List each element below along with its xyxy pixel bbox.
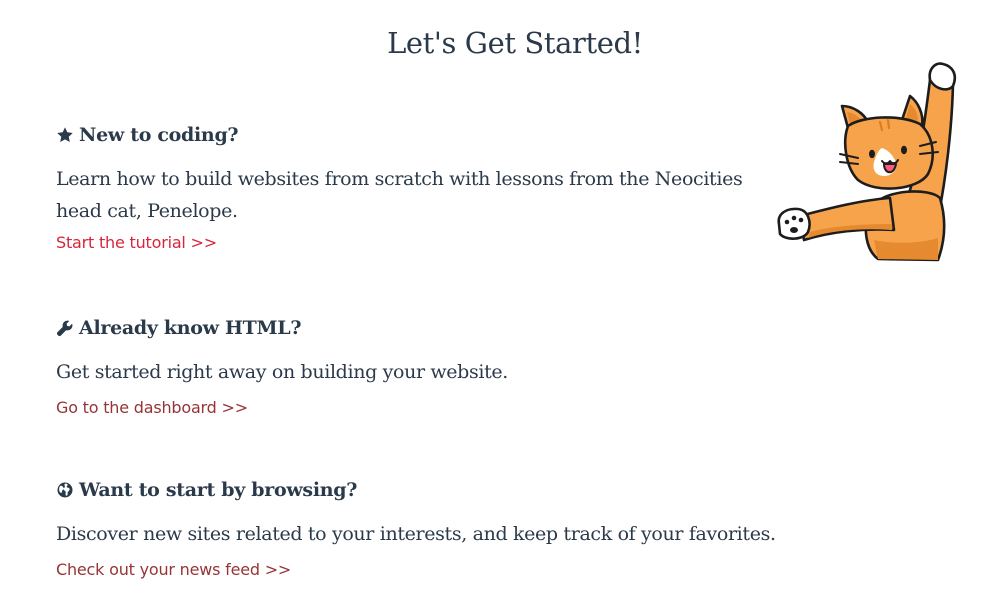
section-description: Discover new sites related to your inter… bbox=[56, 523, 776, 545]
go-to-dashboard-link[interactable]: Go to the dashboard >> bbox=[56, 398, 248, 417]
section-heading-text: Want to start by browsing? bbox=[79, 479, 358, 501]
section-new-to-coding: New to coding? Learn how to build websit… bbox=[56, 122, 776, 252]
section-start-browsing: Want to start by browsing? Discover new … bbox=[56, 477, 776, 579]
star-icon bbox=[56, 126, 74, 144]
section-description: Get started right away on building your … bbox=[56, 361, 508, 383]
section-heading: New to coding? bbox=[56, 122, 776, 148]
globe-icon bbox=[56, 481, 74, 499]
news-feed-link[interactable]: Check out your news feed >> bbox=[56, 560, 291, 579]
section-already-know-html: Already know HTML? Get started right awa… bbox=[56, 315, 776, 417]
section-heading: Want to start by browsing? bbox=[56, 477, 776, 503]
waving-cat-illustration bbox=[777, 62, 957, 262]
page-title: Let's Get Started! bbox=[387, 26, 643, 60]
section-heading: Already know HTML? bbox=[56, 315, 776, 341]
section-heading-text: New to coding? bbox=[79, 124, 239, 146]
wrench-icon bbox=[56, 319, 74, 337]
section-description: Learn how to build websites from scratch… bbox=[56, 168, 743, 222]
section-heading-text: Already know HTML? bbox=[79, 317, 302, 339]
start-tutorial-link[interactable]: Start the tutorial >> bbox=[56, 233, 217, 252]
